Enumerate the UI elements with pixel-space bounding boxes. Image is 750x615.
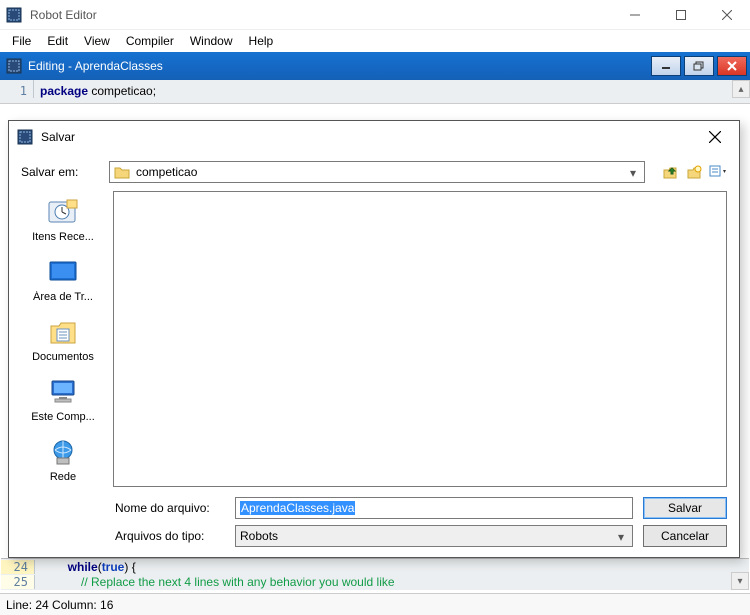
line-number: 1 [0, 80, 34, 98]
app-icon [6, 7, 22, 23]
filetype-combobox[interactable]: Robots ▾ [235, 525, 633, 547]
new-folder-icon[interactable] [685, 163, 703, 181]
child-window-titlebar: Editing - AprendaClasses [0, 52, 750, 80]
up-one-level-icon[interactable] [661, 163, 679, 181]
folder-icon [114, 165, 130, 179]
app-title: Robot Editor [30, 8, 612, 22]
menu-help[interactable]: Help [241, 32, 282, 50]
child-app-icon [6, 58, 22, 74]
filetype-label: Arquivos do tipo: [115, 529, 225, 543]
view-menu-icon[interactable] [709, 163, 727, 181]
filename-value: AprendaClasses.java [240, 501, 355, 515]
dialog-title: Salvar [41, 130, 697, 144]
look-in-combobox[interactable]: competicao ▾ [109, 161, 645, 183]
save-dialog: Salvar Salvar em: competicao ▾ [8, 120, 740, 558]
scroll-up-button[interactable]: ▴ [732, 80, 750, 98]
dialog-titlebar: Salvar [9, 121, 739, 153]
desktop-icon [46, 257, 80, 287]
filetype-value: Robots [240, 529, 278, 543]
network-icon [46, 437, 80, 467]
code-line-24: 24 while(true) { [1, 559, 749, 575]
save-button[interactable]: Salvar [643, 497, 727, 519]
line-number: 25 [1, 575, 35, 589]
scroll-down-button[interactable]: ▾ [731, 572, 749, 590]
look-in-value: competicao [136, 165, 197, 179]
menubar: File Edit View Compiler Window Help [0, 30, 750, 52]
line-number: 24 [1, 560, 35, 574]
computer-icon [46, 377, 80, 407]
places-bar: Itens Rece... Área de Tr... Documentos [21, 191, 105, 487]
child-title: Editing - AprendaClasses [28, 59, 651, 73]
minimize-button[interactable] [612, 0, 658, 30]
place-computer[interactable]: Este Comp... [21, 377, 105, 423]
chevron-down-icon: ▾ [612, 528, 630, 546]
code-line: package competicao; [34, 80, 162, 98]
main-titlebar: Robot Editor [0, 0, 750, 30]
cancel-button[interactable]: Cancelar [643, 525, 727, 547]
recent-items-icon [46, 197, 80, 227]
chevron-down-icon: ▾ [624, 164, 642, 182]
statusbar: Line: 24 Column: 16 [0, 593, 750, 615]
dialog-close-button[interactable] [697, 123, 733, 151]
code-editor-bottom[interactable]: 24 while(true) { 25 // Replace the next … [1, 558, 749, 590]
place-recent[interactable]: Itens Rece... [21, 197, 105, 243]
look-in-label: Salvar em: [21, 165, 101, 179]
child-close-button[interactable] [717, 56, 747, 76]
child-minimize-button[interactable] [651, 56, 681, 76]
maximize-button[interactable] [658, 0, 704, 30]
menu-view[interactable]: View [76, 32, 118, 50]
filename-label: Nome do arquivo: [115, 501, 225, 515]
place-documents[interactable]: Documentos [21, 317, 105, 363]
code-line-25: 25 // Replace the next 4 lines with any … [1, 575, 749, 591]
documents-icon [46, 317, 80, 347]
menu-edit[interactable]: Edit [39, 32, 76, 50]
status-text: Line: 24 Column: 16 [6, 598, 113, 612]
file-list[interactable] [113, 191, 727, 487]
menu-file[interactable]: File [4, 32, 39, 50]
place-desktop[interactable]: Área de Tr... [21, 257, 105, 303]
filename-input[interactable]: AprendaClasses.java [235, 497, 633, 519]
place-network[interactable]: Rede [21, 437, 105, 483]
code-editor[interactable]: 1 package competicao; ▴ [0, 80, 750, 104]
close-button[interactable] [704, 0, 750, 30]
menu-compiler[interactable]: Compiler [118, 32, 182, 50]
menu-window[interactable]: Window [182, 32, 241, 50]
dialog-icon [17, 129, 33, 145]
child-restore-button[interactable] [684, 56, 714, 76]
